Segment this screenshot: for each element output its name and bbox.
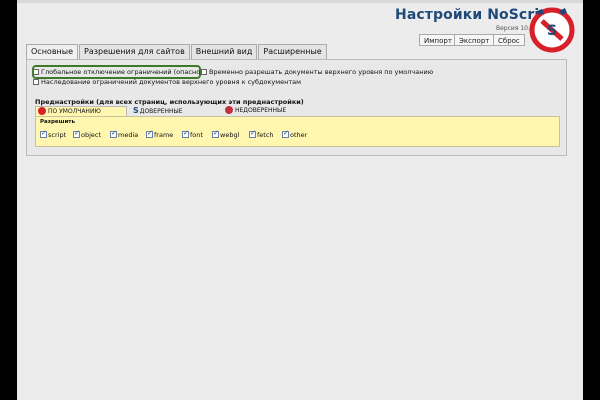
untrusted-icon (225, 106, 233, 114)
perm-fetch-checkbox[interactable] (249, 129, 256, 138)
preset-tab-trusted[interactable]: SДОВЕРЕННЫЕ (131, 106, 186, 116)
perm-other[interactable]: other (282, 129, 308, 139)
tab-appearance[interactable]: Внешний вид (190, 44, 258, 59)
perm-frame[interactable]: frame (146, 129, 174, 139)
global-disable-option[interactable]: Глобальное отключение ограничений (опасн… (33, 68, 203, 77)
preset-tab-trusted-label: ДОВЕРЕННЫЕ (139, 108, 183, 115)
reset-button[interactable]: Сброс (493, 34, 525, 46)
cascade-option[interactable]: Наследование ограничений документов верх… (33, 78, 301, 87)
perm-webgl-label: webgl (220, 131, 240, 139)
main-tabs: Основные Разрешения для сайтов Внешний в… (26, 44, 328, 59)
perm-webgl[interactable]: webgl (212, 129, 240, 139)
perm-frame-label: frame (154, 131, 174, 139)
perm-object-label: object (81, 131, 102, 139)
general-panel: Глобальное отключение ограничений (опасн… (26, 59, 567, 156)
perm-media-label: media (118, 131, 139, 139)
perm-media-checkbox[interactable] (110, 129, 117, 138)
allow-label: Разрешить (40, 119, 75, 125)
default-preset-icon (38, 107, 46, 115)
cascade-label: Наследование ограничений документов верх… (41, 78, 302, 86)
window-top-edge (17, 0, 583, 3)
perm-frame-checkbox[interactable] (146, 129, 153, 138)
preset-tab-default-label: ПО УМОЛЧАНИЮ (48, 108, 101, 115)
global-disable-checkbox[interactable] (33, 69, 39, 75)
perm-object[interactable]: object (73, 129, 102, 139)
temp-allow-checkbox[interactable] (201, 69, 207, 75)
perm-font-label: font (190, 131, 203, 139)
perm-other-checkbox[interactable] (282, 129, 289, 138)
import-button[interactable]: Импорт (419, 34, 457, 46)
perm-font[interactable]: font (182, 129, 203, 139)
temp-allow-label: Временно разрешать документы верхнего ур… (209, 68, 434, 76)
perm-webgl-checkbox[interactable] (212, 129, 219, 138)
preset-tab-default[interactable]: ПО УМОЛЧАНИЮ (35, 106, 127, 116)
presets-title: Преднастройки (для всех страниц, использ… (35, 98, 304, 106)
temp-allow-option[interactable]: Временно разрешать документы верхнего ур… (201, 68, 433, 77)
noscript-logo-icon: S (529, 7, 575, 53)
export-button[interactable]: Экспорт (454, 34, 495, 46)
global-disable-label: Глобальное отключение ограничений (опасн… (41, 68, 203, 76)
perm-other-label: other (290, 131, 308, 139)
tab-site-permissions[interactable]: Разрешения для сайтов (79, 44, 190, 59)
tab-advanced[interactable]: Расширенные (258, 44, 327, 59)
perm-object-checkbox[interactable] (73, 129, 80, 138)
perm-font-checkbox[interactable] (182, 129, 189, 138)
trusted-s-icon: S (133, 106, 139, 115)
svg-text:S: S (547, 23, 557, 39)
perm-script[interactable]: script (40, 129, 67, 139)
perm-script-checkbox[interactable] (40, 129, 47, 138)
perm-media[interactable]: media (110, 129, 139, 139)
perm-fetch-label: fetch (257, 131, 274, 139)
perm-fetch[interactable]: fetch (249, 129, 274, 139)
preset-tab-untrusted-label: НЕДОВЕРЕННЫЕ (235, 107, 287, 114)
noscript-options-window: Настройки NoScript Версия 10.2.4 S Импор… (17, 0, 583, 400)
preset-tab-untrusted[interactable]: НЕДОВЕРЕННЫЕ (223, 106, 289, 116)
preset-permissions-box: Разрешить script object media frame font… (35, 116, 560, 147)
perm-script-label: script (48, 131, 67, 139)
cascade-checkbox[interactable] (33, 79, 39, 85)
tab-general[interactable]: Основные (26, 44, 79, 59)
